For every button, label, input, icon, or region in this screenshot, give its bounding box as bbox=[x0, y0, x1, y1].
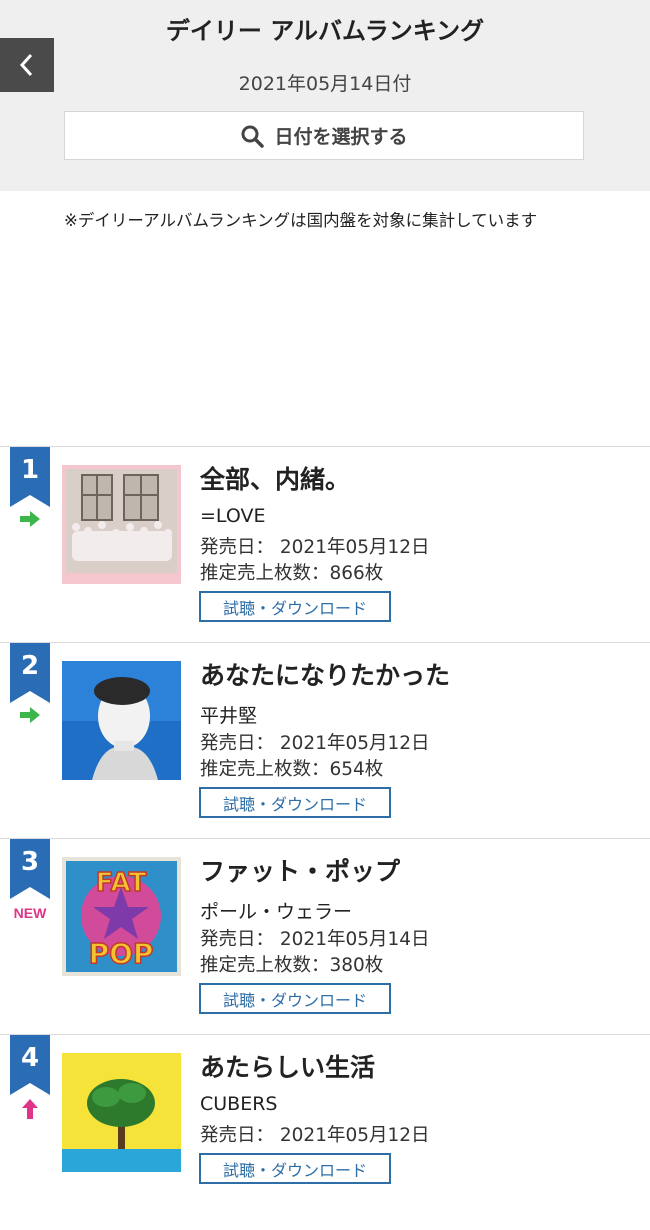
page-header: デイリー アルバムランキング 2021年05月14日付 日付を選択する bbox=[0, 0, 650, 191]
new-badge: NEW bbox=[13, 905, 47, 921]
album-cover[interactable]: FAT POP bbox=[62, 857, 181, 976]
album-title[interactable]: ファット・ポップ bbox=[200, 852, 400, 888]
album-title[interactable]: 全部、内緒。 bbox=[200, 460, 350, 496]
trend-indicator: NEW bbox=[10, 903, 50, 922]
rank-number: 2 bbox=[20, 651, 40, 681]
album-cover[interactable] bbox=[62, 465, 181, 584]
ranking-item: 1 全部、内緒。 =LOVE 発売日： 2021年05月12日 推定売上枚数：8… bbox=[0, 446, 650, 642]
album-title[interactable]: あなたになりたかった bbox=[200, 656, 450, 692]
ranking-item: 3 NEW FAT POP ファット・ポップ ポール・ウェラー 発売日： 202… bbox=[0, 838, 650, 1034]
album-cover[interactable] bbox=[62, 661, 181, 780]
svg-text:FAT: FAT bbox=[96, 868, 147, 898]
ranking-list: 1 全部、内緒。 =LOVE 発売日： 2021年05月12日 推定売上枚数：8… bbox=[0, 446, 650, 1230]
artist-name[interactable]: 平井堅 bbox=[200, 701, 257, 728]
listen-download-button[interactable]: 試聴・ダウンロード bbox=[199, 1153, 391, 1184]
trend-indicator bbox=[10, 707, 50, 727]
right-arrow-icon bbox=[20, 511, 40, 527]
search-icon bbox=[241, 125, 265, 148]
rank-number: 1 bbox=[20, 455, 40, 485]
release-date: 発売日： 2021年05月12日 bbox=[200, 537, 430, 558]
ranking-date: 2021年05月14日付 bbox=[238, 73, 412, 95]
artist-name[interactable]: CUBERS bbox=[200, 1093, 277, 1115]
estimated-sales: 推定売上枚数：380枚 bbox=[200, 955, 384, 976]
album-title[interactable]: あたらしい生活 bbox=[200, 1048, 375, 1084]
release-date: 発売日： 2021年05月12日 bbox=[200, 1125, 430, 1146]
listen-download-button[interactable]: 試聴・ダウンロード bbox=[199, 591, 391, 622]
rank-number: 4 bbox=[20, 1043, 40, 1073]
album-cover[interactable] bbox=[62, 1053, 181, 1172]
release-date: 発売日： 2021年05月12日 bbox=[200, 733, 430, 754]
trend-indicator bbox=[10, 511, 50, 531]
up-arrow-icon bbox=[22, 1099, 38, 1119]
trend-indicator bbox=[10, 1099, 50, 1123]
estimated-sales: 推定売上枚数：866枚 bbox=[200, 563, 384, 584]
svg-text:POP: POP bbox=[89, 937, 154, 970]
date-select-button[interactable]: 日付を選択する bbox=[64, 111, 584, 160]
page-title: デイリー アルバムランキング bbox=[165, 17, 485, 45]
listen-download-button[interactable]: 試聴・ダウンロード bbox=[199, 983, 391, 1014]
right-arrow-icon bbox=[20, 707, 40, 723]
date-select-label: 日付を選択する bbox=[274, 126, 408, 148]
ranking-note: ※デイリーアルバムランキングは国内盤を対象に集計しています bbox=[64, 211, 538, 230]
listen-download-button[interactable]: 試聴・ダウンロード bbox=[199, 787, 391, 818]
release-date: 発売日： 2021年05月14日 bbox=[200, 929, 430, 950]
ranking-item: 4 あたらしい生活 CUBERS 発売日： 2021年05月12日 試聴・ダウン… bbox=[0, 1034, 650, 1230]
estimated-sales: 推定売上枚数：654枚 bbox=[200, 759, 384, 780]
ranking-item: 2 あなたになりたかった 平井堅 発売日： 2021年05月12日 推定売上枚数… bbox=[0, 642, 650, 838]
artist-name[interactable]: =LOVE bbox=[200, 505, 265, 527]
artist-name[interactable]: ポール・ウェラー bbox=[200, 897, 352, 924]
rank-number: 3 bbox=[20, 847, 40, 877]
